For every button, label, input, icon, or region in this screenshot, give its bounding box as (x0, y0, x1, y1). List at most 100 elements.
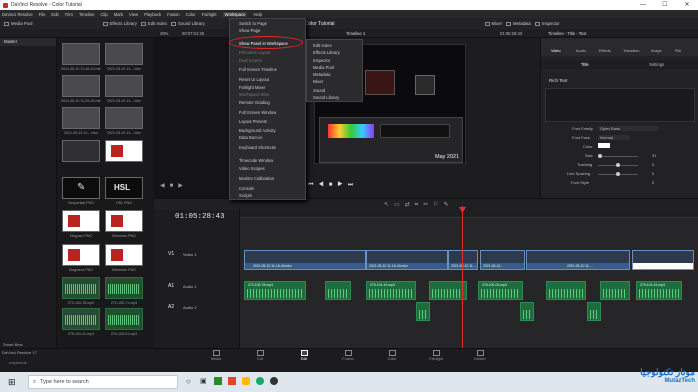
submenu-item[interactable]: Effects Library (313, 50, 340, 55)
file-explorer-icon[interactable] (242, 377, 250, 385)
submenu-item[interactable]: Sound (313, 88, 325, 93)
tab-video[interactable]: Video (551, 49, 561, 53)
audio-clip[interactable] (325, 281, 351, 300)
menu-item[interactable]: Reset UI Layout (239, 77, 269, 82)
menu-trim[interactable]: Trim (65, 12, 73, 17)
menu-fairlight[interactable]: Fairlight (202, 12, 217, 17)
tab-title[interactable]: Title (581, 62, 589, 67)
timeline-ruler[interactable] (240, 210, 698, 218)
menu-help[interactable]: Help (253, 12, 262, 17)
edit-index-button[interactable]: Edit Index (140, 21, 167, 26)
tracking-slider[interactable] (598, 163, 638, 167)
windows-start-icon[interactable]: ⊞ (8, 377, 16, 388)
excel-icon[interactable] (214, 377, 222, 385)
menu-clip[interactable]: Clip (101, 12, 108, 17)
menu-item[interactable]: Video Scopes (239, 166, 265, 171)
menu-item[interactable]: Show Page (239, 28, 260, 33)
page-color[interactable]: Color (384, 350, 400, 361)
menu-color[interactable]: Color (186, 12, 196, 17)
audio-clip[interactable] (546, 281, 586, 300)
line-spacing-slider[interactable] (598, 172, 638, 176)
font-face-dropdown[interactable]: Normal (598, 135, 630, 140)
color-swatch[interactable] (598, 143, 610, 148)
effects-library-button[interactable]: Effects Library (102, 21, 137, 26)
title-clip[interactable]: ... (632, 250, 694, 270)
minimize-button[interactable]: — (632, 0, 654, 10)
tracking-value[interactable]: 0 (652, 162, 654, 167)
audio-thumbnail[interactable] (62, 308, 100, 330)
clip-thumbnail[interactable] (62, 107, 100, 129)
audio-clip[interactable]: 275-101-41.mp3 (366, 281, 416, 300)
clip-thumbnail[interactable] (62, 75, 100, 97)
resolve-taskbar-icon[interactable] (270, 377, 278, 385)
size-slider[interactable] (598, 154, 638, 158)
clip-thumbnail[interactable] (105, 43, 143, 65)
tab-settings[interactable]: Settings (649, 62, 664, 67)
tab-transition[interactable]: Transition (623, 49, 640, 53)
clip-thumbnail[interactable] (62, 210, 100, 232)
clip-thumbnail[interactable] (105, 75, 143, 97)
menu-view[interactable]: View (129, 12, 138, 17)
menu-davinci[interactable]: DaVinci Resolve (2, 12, 33, 17)
audio-clip[interactable]: 272-100-78.mp3 (244, 281, 306, 300)
audio-clip[interactable]: 276-100-01.mp3 (478, 281, 523, 300)
menu-item[interactable]: Primaries Layout (239, 50, 270, 55)
submenu-item[interactable]: Edit Index (313, 43, 332, 48)
menu-item[interactable]: Console (239, 186, 254, 191)
video-clip[interactable]: 2021-05-10 11-... (448, 250, 478, 270)
menu-workspace[interactable]: Workspace (222, 11, 248, 17)
size-value[interactable]: 31 (652, 153, 656, 158)
menu-item[interactable]: Layout Presets (239, 119, 267, 124)
task-view-icon[interactable]: ▣ (200, 377, 207, 385)
sound-library-button[interactable]: Sound Library (171, 21, 205, 26)
clip-thumbnail[interactable] (105, 140, 143, 162)
clip-thumbnail[interactable] (105, 210, 143, 232)
page-edit[interactable]: Edit (296, 350, 312, 361)
smart-bins-header[interactable]: Smart Bins (3, 342, 23, 347)
zoom-level[interactable]: 29% (160, 31, 168, 36)
clip-thumbnail[interactable] (105, 244, 143, 266)
edit-tools[interactable]: ↖▭⇄⌗✂⚐✎ (384, 201, 454, 209)
page-fairlight[interactable]: Fairlight (428, 350, 444, 361)
source-transport[interactable]: ◀■▶ (160, 182, 188, 189)
menu-item[interactable]: Full Screen Window (239, 110, 276, 115)
master-bin[interactable]: Master (0, 38, 56, 46)
font-family-dropdown[interactable]: Open Sans (598, 126, 658, 131)
submenu-item[interactable]: Inspector (313, 58, 330, 63)
clip-thumbnail[interactable] (62, 43, 100, 65)
menu-timeline[interactable]: Timeline (79, 12, 95, 17)
audio-clip[interactable] (587, 302, 601, 321)
page-cut[interactable]: Cut (252, 350, 268, 361)
menu-item[interactable]: Fairlight Mixer (239, 85, 265, 90)
tab-audio[interactable]: Audio (576, 49, 586, 53)
menu-item[interactable]: Remote Grading (239, 100, 270, 105)
menu-item[interactable]: Dual Screen (239, 58, 262, 63)
maximize-button[interactable]: ☐ (654, 0, 676, 10)
menu-item[interactable]: Workspace Bins (239, 92, 269, 97)
slider-handle[interactable] (598, 154, 602, 158)
menu-fusion[interactable]: Fusion (167, 12, 180, 17)
menu-mark[interactable]: Mark (114, 12, 123, 17)
menu-item[interactable]: Keyboard Shortcuts (239, 145, 276, 150)
clip-thumbnail[interactable] (62, 244, 100, 266)
audio-clip[interactable]: 279-101-41.mp3 (636, 281, 682, 300)
menu-playback[interactable]: Playback (144, 12, 161, 17)
menu-item[interactable]: Monitor Calibration (239, 176, 274, 181)
menu-item[interactable]: Timecode Window (239, 158, 273, 163)
page-deliver[interactable]: Deliver (472, 350, 488, 361)
line-spacing-value[interactable]: 0 (652, 171, 654, 176)
tab-file[interactable]: File (675, 49, 681, 53)
powerpoint-icon[interactable] (228, 377, 236, 385)
submenu-item[interactable]: Media Pool (313, 65, 334, 70)
video-clip[interactable]: 2021-05-10 11-16-44.mkv (244, 250, 366, 270)
menu-item[interactable]: Scripts (239, 193, 252, 198)
audio-clip[interactable] (416, 302, 430, 321)
audio-thumbnail[interactable] (62, 277, 100, 299)
page-fusion[interactable]: Fusion (340, 350, 356, 361)
inspector-button[interactable]: Inspector (534, 21, 560, 26)
timeline-name-dropdown[interactable]: Timeline 1 (346, 31, 365, 36)
video-clip[interactable]: 2021-05-10 11-... (526, 250, 630, 270)
video-clip[interactable]: 2021-05-10 11-16-44.mkv (366, 250, 448, 270)
taskbar-search[interactable]: ⌕ Type here to search (28, 375, 178, 389)
menu-item[interactable]: Switch to Page (239, 21, 267, 26)
